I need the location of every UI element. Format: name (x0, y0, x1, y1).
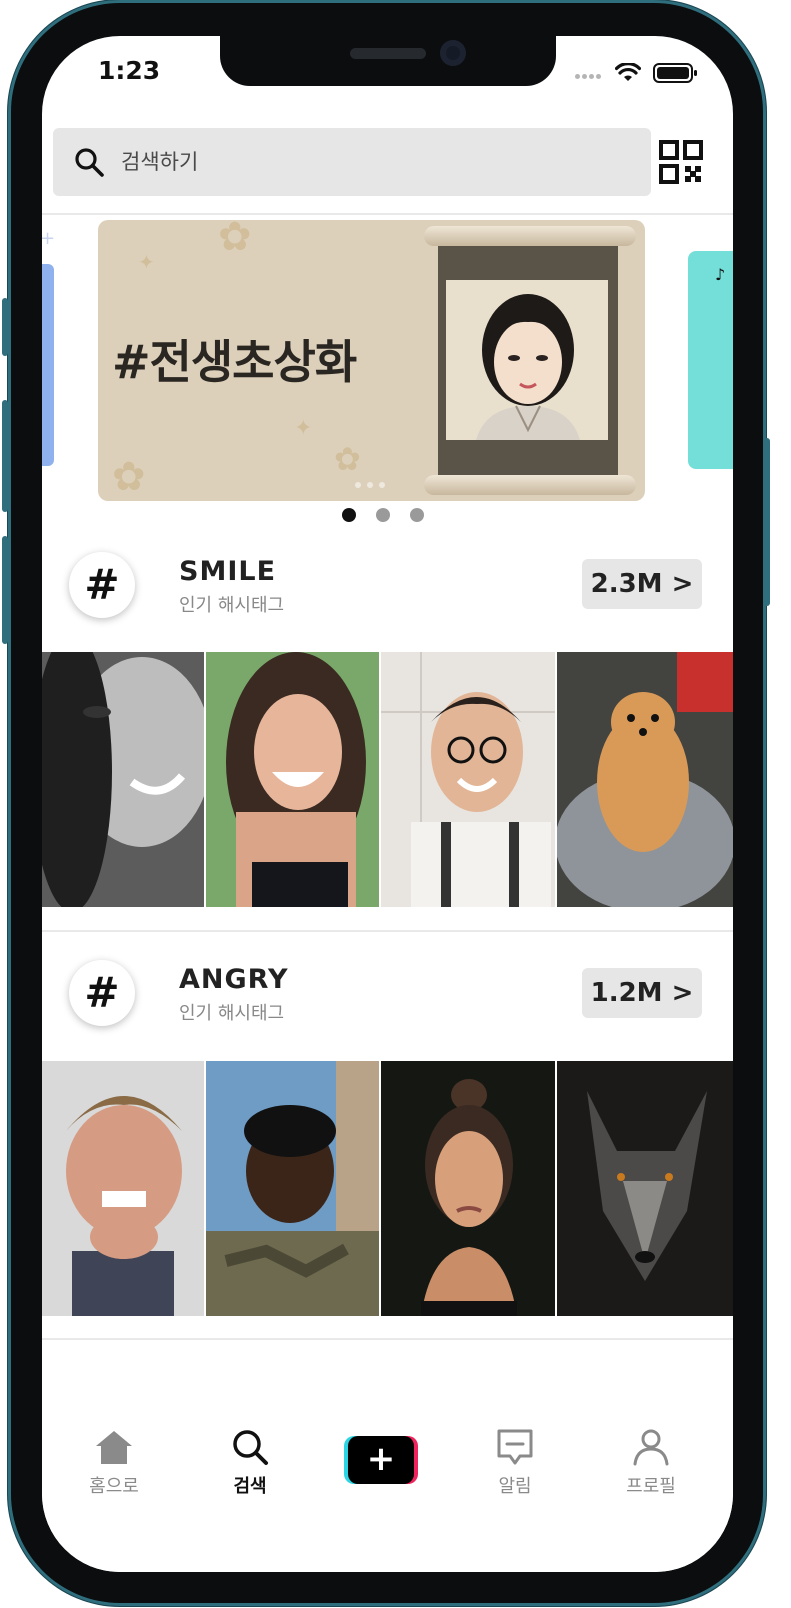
tab-label: 검색 (233, 1476, 267, 1497)
tab-profile[interactable]: 프로필 (601, 1428, 701, 1498)
banner-next-card[interactable]: ♪ (688, 251, 733, 469)
pager-dot[interactable] (410, 508, 424, 522)
video-thumbnail[interactable] (205, 1061, 380, 1316)
video-thumbnail[interactable] (381, 652, 555, 907)
speaker (350, 48, 426, 59)
flower-decoration-icon: ✿ (218, 220, 252, 260)
hashtag-icon[interactable]: # (69, 960, 135, 1026)
thumbnail-row (42, 652, 733, 907)
signal-dots-icon (575, 64, 603, 83)
tab-bar: 홈으로 검색 + 알림 프로필 (42, 1412, 733, 1572)
tab-label: 알림 (498, 1476, 532, 1497)
status-time: 1:23 (98, 56, 161, 85)
video-thumbnail[interactable] (42, 1061, 204, 1316)
hashtag-count-button[interactable]: 2.3M > (582, 559, 702, 609)
banner-prev-card[interactable] (42, 228, 55, 466)
home-icon (96, 1431, 132, 1464)
notch (220, 36, 556, 86)
screen: 1:23 ✿ ✿ ✿ (42, 36, 733, 1572)
divider (42, 1338, 733, 1340)
status-indicators (575, 62, 699, 84)
tab-notifications[interactable]: 알림 (465, 1428, 565, 1498)
plus-icon: + (348, 1436, 414, 1484)
flower-decoration-icon: ✿ (112, 454, 146, 500)
video-thumbnail[interactable] (205, 652, 380, 907)
tab-label: 홈으로 (89, 1476, 139, 1497)
hashtag-title[interactable]: ANGRY (179, 964, 289, 995)
flower-decoration-icon: ✦ (138, 250, 155, 274)
hashtag-title[interactable]: SMILE (179, 556, 276, 587)
video-thumbnail[interactable] (381, 1061, 555, 1316)
side-button (2, 400, 8, 512)
search-input[interactable] (119, 149, 603, 175)
side-button (2, 536, 8, 644)
profile-icon (633, 1429, 669, 1466)
side-button (764, 438, 770, 606)
flower-decoration-icon: ✦ (294, 416, 313, 441)
tab-home[interactable]: 홈으로 (64, 1428, 164, 1498)
thumbnail-row (42, 1061, 733, 1316)
side-button (2, 298, 8, 356)
scroll-rod (424, 226, 636, 246)
search-icon (75, 148, 104, 177)
video-thumbnail[interactable] (556, 652, 733, 907)
video-thumbnail[interactable] (556, 1061, 733, 1316)
flower-decoration-icon: ✿ (334, 440, 361, 478)
qr-code-icon[interactable] (659, 140, 703, 184)
battery-icon (653, 63, 697, 83)
wifi-icon (615, 63, 641, 81)
search-bar[interactable] (53, 128, 651, 196)
hashtag-count-button[interactable]: 1.2M > (582, 968, 702, 1018)
tab-label: 프로필 (626, 1476, 676, 1497)
create-button[interactable]: + (344, 1436, 418, 1484)
camera (440, 40, 466, 66)
inbox-icon (497, 1429, 533, 1465)
banner-card[interactable]: ✿ ✿ ✿ ✦ ✦ #전생초상화 (98, 220, 645, 501)
divider (42, 213, 733, 215)
scroll-rod (424, 475, 636, 495)
banner-pager[interactable] (342, 508, 424, 522)
banner-inner-dots (355, 482, 385, 488)
pager-dot[interactable] (342, 508, 356, 522)
hashtag-subtitle: 인기 해시태그 (179, 595, 285, 616)
video-thumbnail[interactable] (42, 652, 204, 907)
pager-dot[interactable] (376, 508, 390, 522)
banner-title: #전생초상화 (112, 335, 357, 389)
hashtag-icon[interactable]: # (69, 552, 135, 618)
tab-search[interactable]: 검색 (200, 1428, 300, 1498)
portrait-image (446, 280, 608, 440)
divider (42, 930, 733, 932)
hashtag-subtitle: 인기 해시태그 (179, 1003, 285, 1024)
search-icon (233, 1430, 268, 1465)
tiktok-logo-icon: ♪ (715, 265, 726, 284)
